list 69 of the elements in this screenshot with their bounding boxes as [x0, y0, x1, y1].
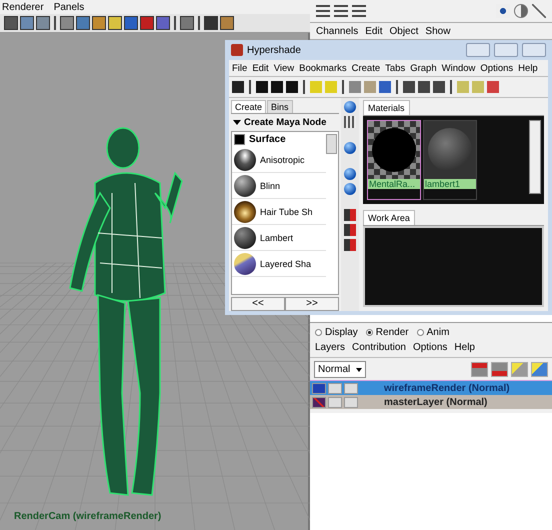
tool-icon[interactable]: [60, 16, 74, 30]
sphere-icon[interactable]: [344, 101, 356, 113]
scrollbar[interactable]: [529, 120, 541, 194]
menu-item[interactable]: Contribution: [352, 342, 406, 353]
camera-label: RenderCam (wireframeRender): [14, 511, 162, 522]
menu-item[interactable]: Help: [454, 342, 475, 353]
menu-item[interactable]: Window: [442, 62, 476, 74]
node-item[interactable]: Hair Tube Sh: [232, 199, 326, 225]
tool-icon[interactable]: [220, 16, 234, 30]
sphere-icon: [234, 226, 256, 248]
radio-button[interactable]: Display: [315, 327, 358, 338]
material-swatch[interactable]: lambert1: [423, 120, 477, 200]
section-header[interactable]: Create Maya Node: [231, 114, 339, 131]
menu-item[interactable]: Tabs: [385, 62, 406, 74]
app-icon: [231, 44, 243, 56]
tool-icon[interactable]: [108, 16, 122, 30]
node-item[interactable]: Blinn: [232, 173, 326, 199]
blend-mode-dropdown[interactable]: Normal: [314, 361, 366, 378]
visibility-icon[interactable]: [312, 382, 326, 394]
node-item[interactable]: Anisotropic: [232, 147, 326, 173]
window-title: Hypershade: [247, 44, 301, 56]
menu-item[interactable]: Options: [480, 62, 514, 74]
close-button[interactable]: [522, 43, 546, 57]
tool-icon[interactable]: [20, 16, 34, 30]
tab[interactable]: Materials: [363, 100, 410, 115]
sphere-icon[interactable]: [344, 168, 356, 180]
maximize-button[interactable]: [494, 43, 518, 57]
sphere-icon: [234, 174, 256, 196]
menu-item[interactable]: Edit: [365, 26, 382, 36]
radio-button[interactable]: Render: [366, 327, 409, 338]
layer-row[interactable]: wireframeRender (Normal): [310, 381, 552, 395]
menu-item[interactable]: File: [232, 62, 248, 74]
layer-row[interactable]: masterLayer (Normal): [310, 395, 552, 409]
menu-item[interactable]: Help: [518, 62, 538, 74]
tool-icon[interactable]: [180, 16, 194, 30]
sphere-icon[interactable]: [514, 4, 528, 18]
sphere-icon: [234, 252, 256, 274]
menu-item[interactable]: Graph: [410, 62, 437, 74]
tab[interactable]: Create: [231, 100, 266, 113]
radio-button[interactable]: Anim: [416, 327, 450, 338]
visibility-icon[interactable]: [312, 396, 326, 408]
minimize-button[interactable]: [466, 43, 490, 57]
tool-icon[interactable]: [92, 16, 106, 30]
menu-item[interactable]: Edit: [252, 62, 269, 74]
menu-item[interactable]: Renderer: [2, 2, 44, 12]
node-item[interactable]: Layered Sha: [232, 251, 326, 277]
scrollbar[interactable]: [326, 134, 337, 154]
tab[interactable]: Bins: [267, 100, 293, 113]
menu-item[interactable]: Options: [412, 342, 448, 353]
menu-item[interactable]: Show: [425, 26, 450, 36]
menu-item[interactable]: Panels: [54, 2, 84, 12]
material-swatch[interactable]: MentalRa...: [367, 120, 421, 200]
menu-item[interactable]: Create: [352, 62, 380, 74]
node-item[interactable]: Lambert: [232, 225, 326, 251]
menu-item[interactable]: View: [274, 62, 294, 74]
tab[interactable]: Work Area: [363, 210, 415, 225]
tool-icon[interactable]: [76, 16, 90, 30]
menu-item[interactable]: Bookmarks: [299, 62, 347, 74]
category-header[interactable]: Surface: [232, 132, 326, 147]
nav-button[interactable]: >>: [285, 297, 339, 311]
sphere-icon: [234, 148, 256, 170]
sphere-icon: [234, 200, 256, 222]
sphere-icon[interactable]: [344, 183, 356, 195]
tool-icon[interactable]: [36, 16, 50, 30]
menu-item[interactable]: Channels: [316, 26, 358, 36]
menu-item[interactable]: Layers: [315, 342, 346, 353]
nav-button[interactable]: <<: [231, 297, 285, 311]
menu-item[interactable]: Object: [390, 26, 418, 36]
sphere-icon[interactable]: [344, 142, 356, 154]
